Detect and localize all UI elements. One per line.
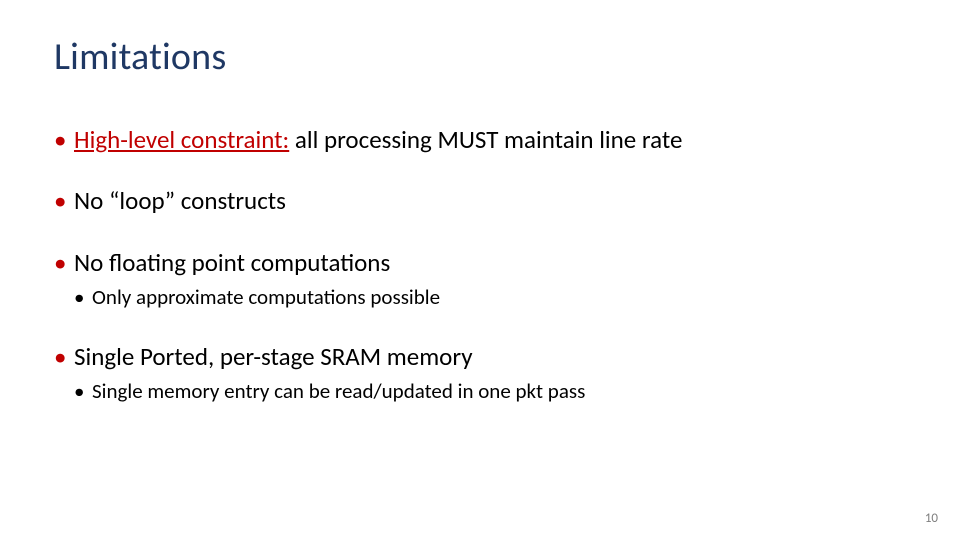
bullet-4-text: Single Ported, per-stage SRAM memory (74, 341, 473, 372)
slide: Limitations High-level constraint: all p… (0, 0, 960, 540)
bullet-item-3: No floating point computations Only appr… (54, 247, 906, 312)
sub-bullet-4-1: Single memory entry can be read/updated … (74, 378, 906, 405)
bullet-item-4: Single Ported, per-stage SRAM memory Sin… (54, 341, 906, 406)
sub-list-3: Only approximate computations possible (74, 284, 906, 311)
sub-bullet-3-1-text: Only approximate computations possible (92, 284, 440, 310)
bullet-item-1: High-level constraint: all processing MU… (54, 124, 906, 155)
sub-bullet-3-1: Only approximate computations possible (74, 284, 906, 311)
bullet-2-text: No “loop” constructs (74, 185, 286, 216)
bullet-item-2: No “loop” constructs (54, 185, 906, 216)
slide-title: Limitations (54, 34, 906, 80)
sub-list-4: Single memory entry can be read/updated … (74, 378, 906, 405)
bullet-1-rest: all processing MUST maintain line rate (289, 124, 682, 155)
bullet-list: High-level constraint: all processing MU… (54, 124, 906, 406)
bullet-1-highlight: High-level constraint: (74, 124, 289, 155)
bullet-3-text: No floating point computations (74, 247, 390, 278)
sub-bullet-4-1-text: Single memory entry can be read/updated … (92, 378, 585, 404)
page-number: 10 (925, 511, 938, 526)
